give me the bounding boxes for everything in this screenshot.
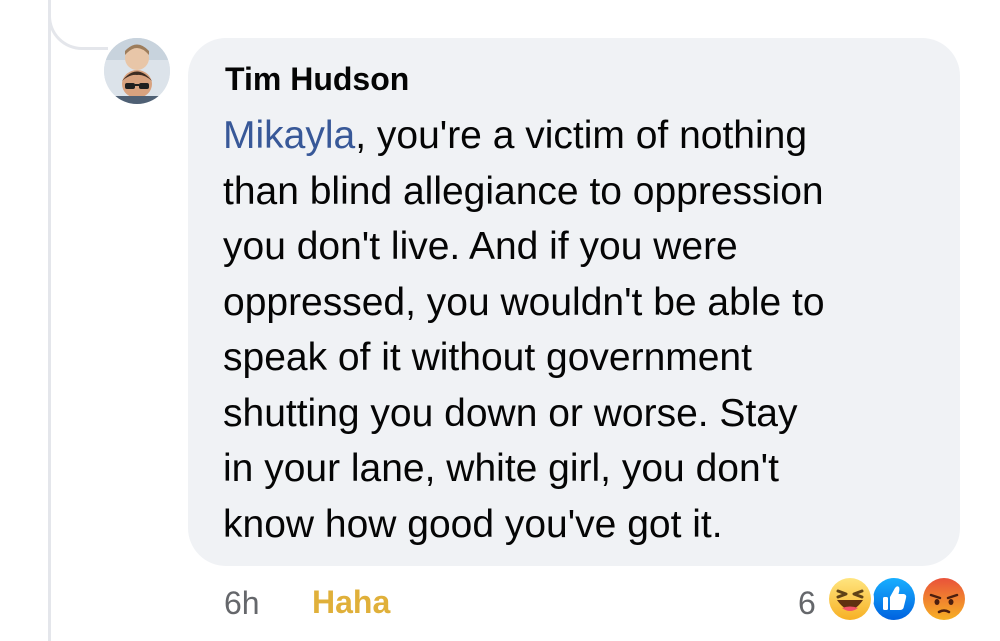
comment-line-2: than blind allegiance to oppression [223,169,824,213]
comment-text: Mikayla, you're a victim of nothing than… [223,108,938,552]
comment-line-4: oppressed, you wouldn't be able to [223,280,825,324]
haha-reaction-button[interactable]: Haha [312,584,390,621]
comment-line-1-text: , you're a victim of nothing [355,114,808,157]
avatar[interactable] [104,38,170,104]
reaction-count[interactable]: 6 [798,585,816,622]
comment-line-1: Mikayla, you're a victim of nothing [223,108,938,164]
like-emoji-icon [870,575,918,623]
angry-emoji-icon [920,575,968,623]
thread-line [48,0,51,641]
avatar-photo [104,38,170,104]
comment-line-3: you don't live. And if you were [223,225,738,268]
haha-emoji-icon [826,575,874,623]
comment-author[interactable]: Tim Hudson [225,61,409,98]
reaction-summary[interactable] [826,575,976,625]
mention-link[interactable]: Mikayla [223,114,355,157]
comment-timestamp[interactable]: 6h [224,585,260,622]
comment-line-5: speak of it without government [223,336,752,379]
comment-line-7: in your lane, white girl, you don't [223,447,779,490]
comment-line-6: shutting you down or worse. Stay [223,391,798,435]
comment-line-8: know how good you've got it. [223,502,723,546]
thread-connector [48,0,108,50]
